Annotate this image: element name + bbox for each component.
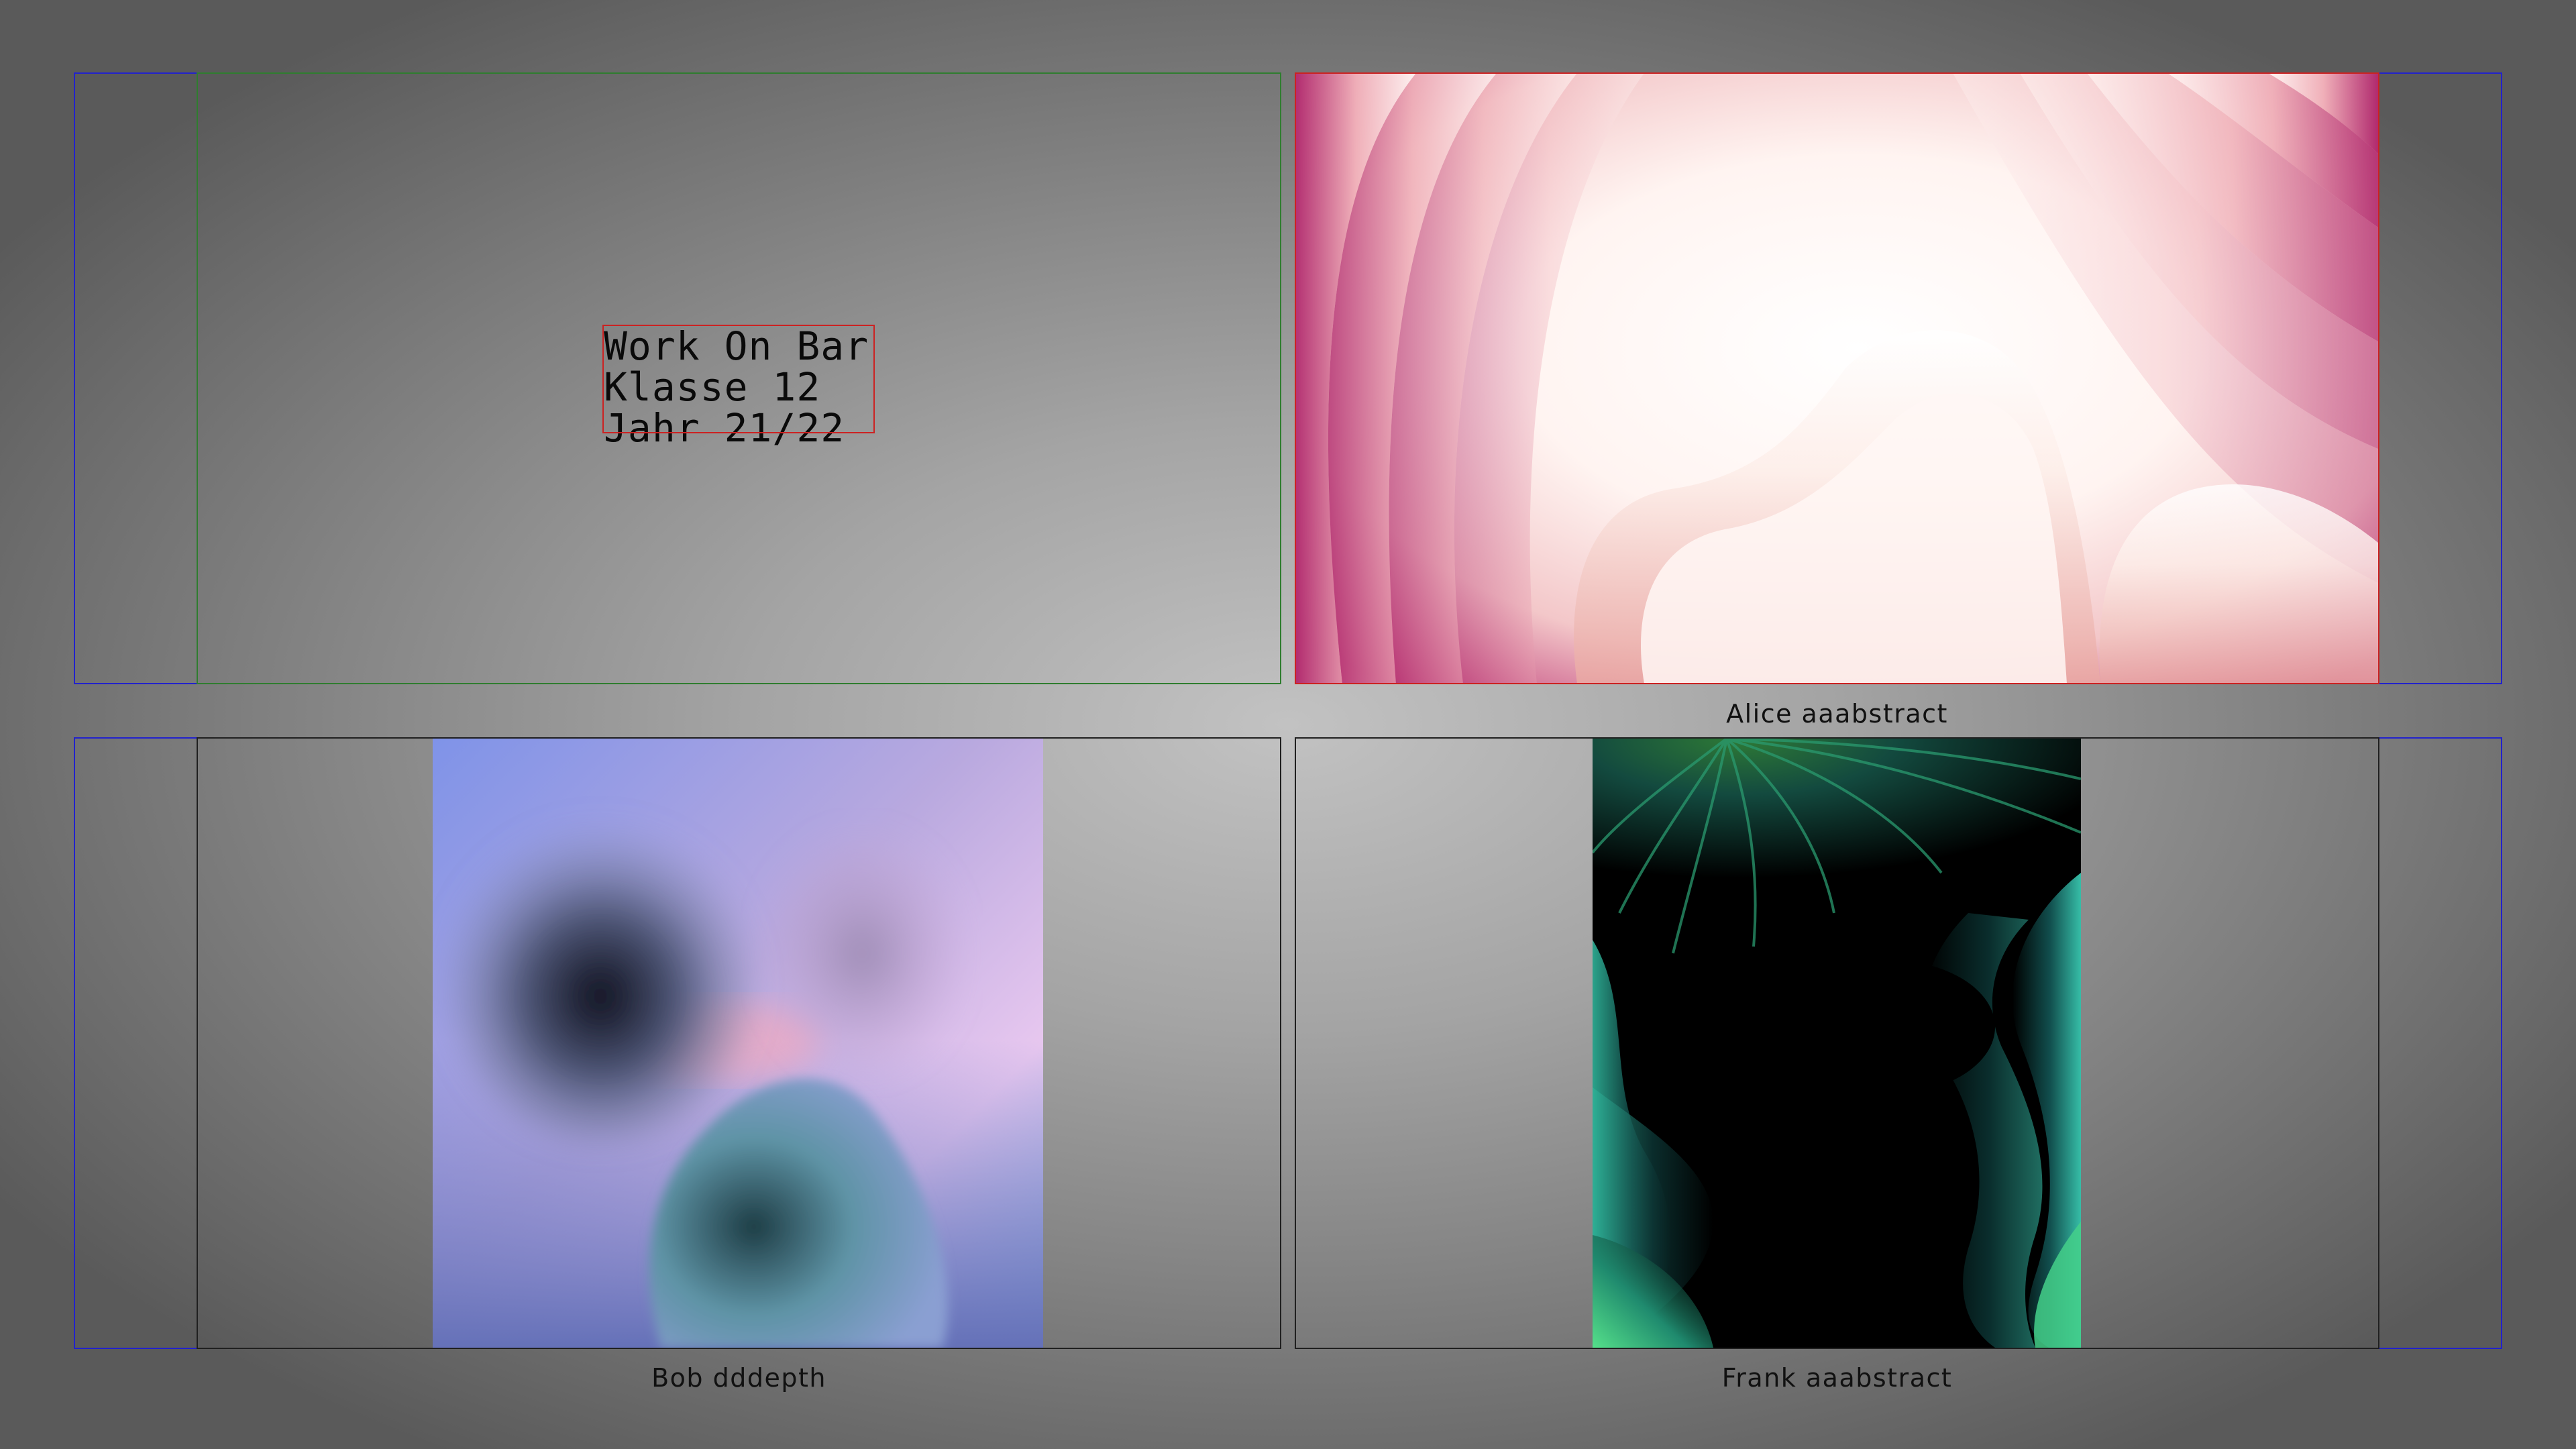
selected-image-frame — [1295, 72, 2379, 684]
caption-alice: Alice aaabstract — [1726, 699, 1948, 729]
title-text-selection-box — [602, 325, 875, 433]
abstract-teal-waves-image[interactable] — [1593, 739, 2081, 1348]
caption-frank: Frank aaabstract — [1721, 1363, 1953, 1393]
abstract-blurred-shapes-image[interactable] — [433, 739, 1043, 1348]
gallery-page: { "title_card": { "lines": ["Work On Bar… — [0, 0, 2576, 1449]
caption-bob: Bob dddepth — [651, 1363, 826, 1393]
